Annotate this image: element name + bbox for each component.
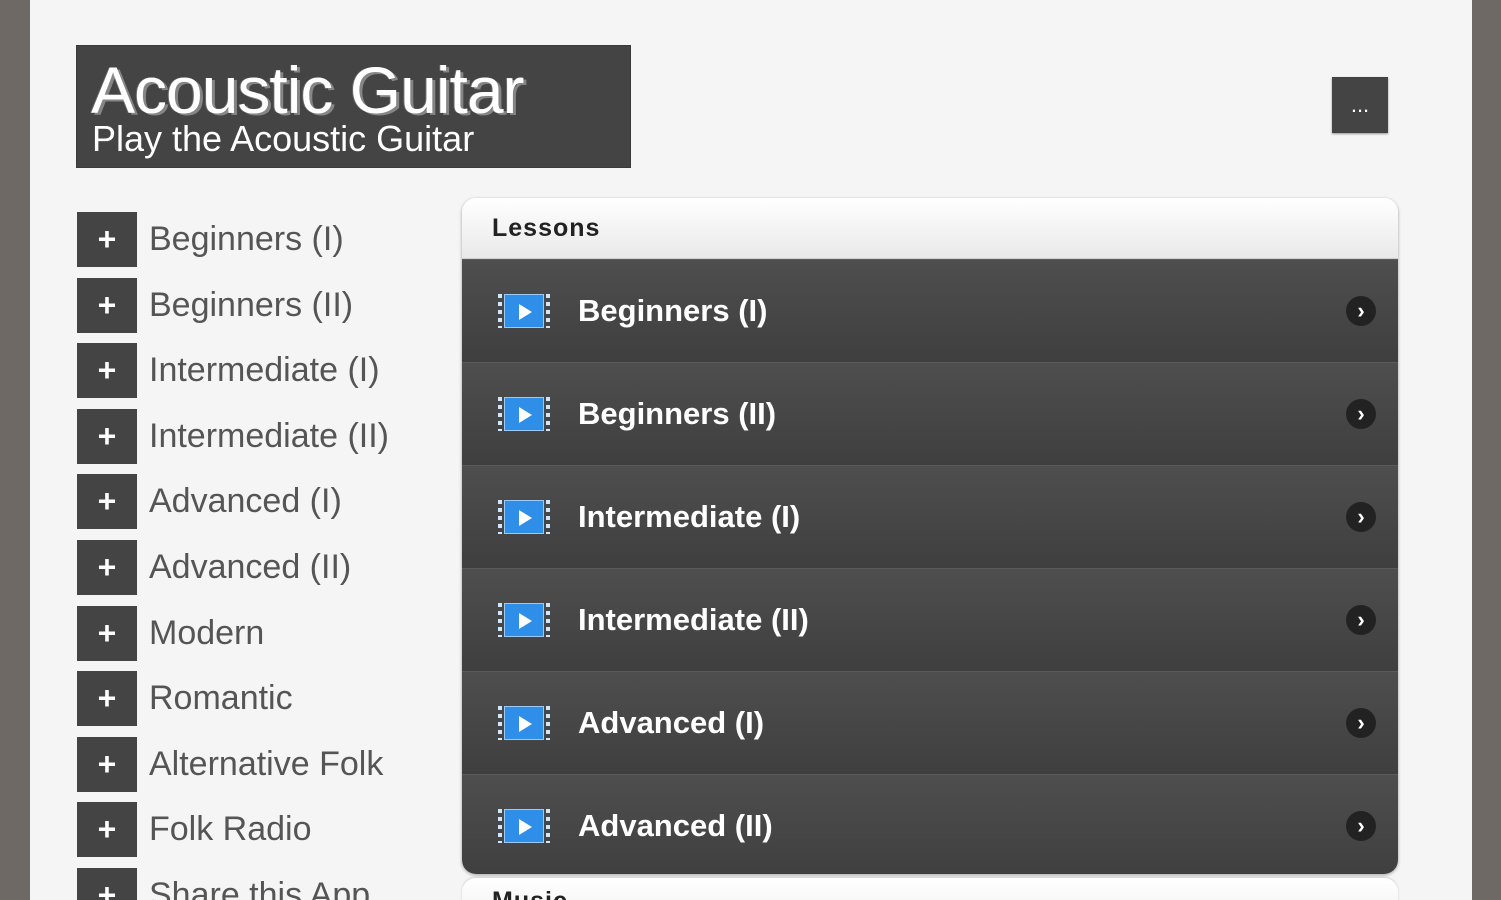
sidebar-item-label: Intermediate (I)	[149, 351, 380, 390]
app-header: Acoustic Guitar Play the Acoustic Guitar	[77, 46, 630, 167]
lesson-label: Intermediate (I)	[578, 499, 801, 534]
plus-icon: +	[77, 408, 137, 464]
plus-icon: +	[77, 802, 137, 858]
lessons-header: Lessons	[462, 198, 1398, 259]
video-icon	[498, 292, 550, 330]
chevron-right-icon: ›	[1346, 399, 1376, 429]
sidebar-item-label: Advanced (II)	[149, 547, 352, 586]
plus-icon: +	[77, 671, 137, 727]
more-icon: ...	[1350, 92, 1370, 117]
lesson-label: Advanced (I)	[578, 705, 765, 740]
sidebar-item-label: Share this App	[149, 875, 371, 900]
sidebar-item-label: Modern	[149, 613, 265, 652]
sidebar-item-advanced-2[interactable]: + Advanced (II)	[77, 539, 437, 595]
video-icon	[498, 601, 550, 639]
sidebar-item-label: Alternative Folk	[149, 744, 384, 783]
sidebar-item-beginners-1[interactable]: + Beginners (I)	[77, 212, 437, 267]
plus-icon: +	[77, 277, 137, 333]
chevron-right-icon: ›	[1346, 605, 1376, 635]
plus-icon: +	[77, 867, 137, 900]
app-title: Acoustic Guitar	[91, 53, 524, 127]
lesson-row-advanced-1[interactable]: Advanced (I) ›	[462, 671, 1398, 774]
sidebar-item-label: Folk Radio	[149, 810, 312, 849]
video-icon	[498, 498, 550, 536]
sidebar-item-modern[interactable]: + Modern	[77, 605, 437, 661]
video-icon	[498, 704, 550, 742]
lessons-panel: Lessons Beginners (I) › Beginners (II) ›…	[462, 198, 1398, 874]
lesson-row-advanced-2[interactable]: Advanced (II) ›	[462, 774, 1398, 874]
plus-icon: +	[77, 736, 137, 792]
plus-icon: +	[77, 343, 137, 399]
sidebar-item-share-app[interactable]: + Share this App	[77, 867, 437, 900]
lesson-label: Beginners (I)	[578, 293, 768, 328]
sidebar-item-folk-radio[interactable]: + Folk Radio	[77, 802, 437, 858]
sidebar-item-label: Intermediate (II)	[149, 416, 389, 455]
lesson-label: Advanced (II)	[578, 808, 773, 843]
sidebar-item-label: Romantic	[149, 679, 293, 718]
chevron-right-icon: ›	[1346, 811, 1376, 841]
sidebar-item-alternative-folk[interactable]: + Alternative Folk	[77, 736, 437, 792]
chevron-right-icon: ›	[1346, 708, 1376, 738]
lessons-title: Lessons	[492, 213, 601, 242]
lesson-row-intermediate-1[interactable]: Intermediate (I) ›	[462, 465, 1398, 568]
plus-icon: +	[77, 474, 137, 530]
sidebar-item-label: Beginners (II)	[149, 285, 354, 324]
plus-icon: +	[77, 212, 137, 267]
sidebar-item-label: Advanced (I)	[149, 482, 342, 521]
sidebar-item-intermediate-2[interactable]: + Intermediate (II)	[77, 408, 437, 464]
lesson-row-beginners-1[interactable]: Beginners (I) ›	[462, 259, 1398, 362]
music-title: Music	[492, 887, 568, 900]
lesson-row-intermediate-2[interactable]: Intermediate (II) ›	[462, 568, 1398, 671]
sidebar-item-romantic[interactable]: + Romantic	[77, 671, 437, 727]
sidebar: + Beginners (I) + Beginners (II) + Inter…	[77, 212, 437, 900]
overflow-menu-button[interactable]: ...	[1332, 77, 1388, 133]
sidebar-item-beginners-2[interactable]: + Beginners (II)	[77, 277, 437, 333]
app-page: Acoustic Guitar Play the Acoustic Guitar…	[30, 0, 1472, 900]
music-header: Music	[462, 878, 1398, 900]
video-icon	[498, 807, 550, 845]
chevron-right-icon: ›	[1346, 502, 1376, 532]
lesson-label: Beginners (II)	[578, 396, 777, 431]
lesson-label: Intermediate (II)	[578, 602, 809, 637]
app-subtitle: Play the Acoustic Guitar	[92, 118, 475, 159]
video-icon	[498, 395, 550, 433]
plus-icon: +	[77, 539, 137, 595]
sidebar-item-advanced-1[interactable]: + Advanced (I)	[77, 474, 437, 530]
lesson-row-beginners-2[interactable]: Beginners (II) ›	[462, 362, 1398, 465]
plus-icon: +	[77, 605, 137, 661]
chevron-right-icon: ›	[1346, 296, 1376, 326]
sidebar-item-label: Beginners (I)	[149, 220, 344, 258]
sidebar-item-intermediate-1[interactable]: + Intermediate (I)	[77, 343, 437, 399]
